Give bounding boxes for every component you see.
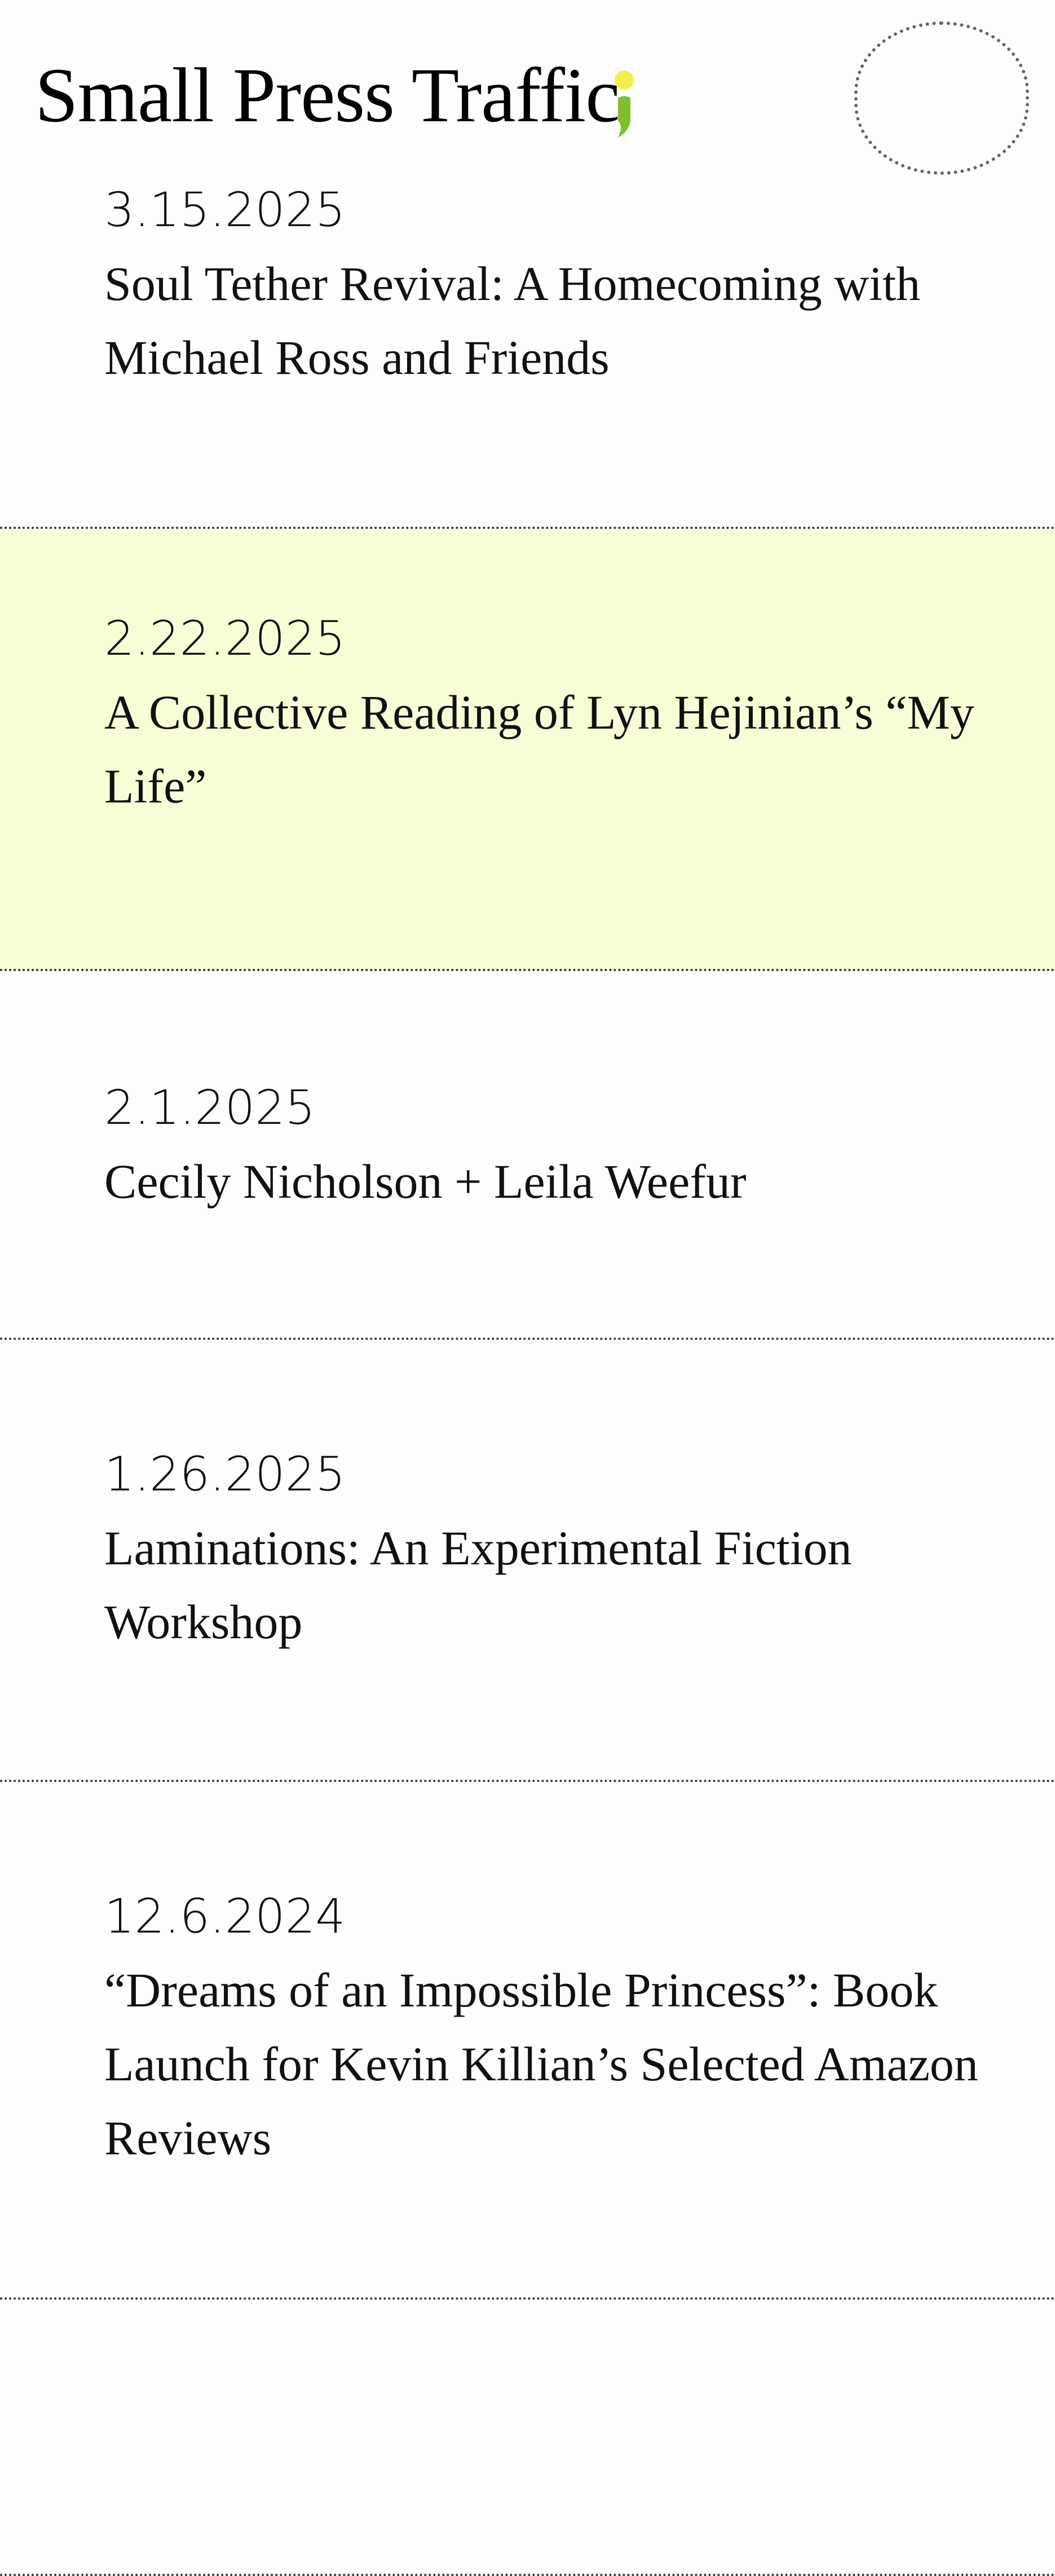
event-item-highlighted[interactable]: 2.22.2025 A Collective Reading of Lyn He…: [0, 529, 1055, 971]
event-item[interactable]: 3.15.2025 Soul Tether Revival: A Homecom…: [0, 186, 1055, 529]
event-date: 2.1.2025: [104, 1080, 316, 1135]
event-title[interactable]: Laminations: An Experimental Fiction Wor…: [104, 1511, 984, 1659]
event-item-cutoff: [0, 2300, 1055, 2576]
event-title[interactable]: A Collective Reading of Lyn Hejinian’s “…: [104, 676, 984, 823]
event-list: 3.15.2025 Soul Tether Revival: A Homecom…: [0, 186, 1055, 2576]
event-item[interactable]: 2.1.2025 Cecily Nicholson + Leila Weefur: [0, 971, 1055, 1340]
event-date: 12.6.2024: [104, 1889, 346, 1944]
site-title-link[interactable]: Small Press Traffic: [35, 56, 620, 134]
semicolon-logo-icon: [615, 70, 634, 138]
event-date: 3.15.2025: [104, 182, 346, 237]
menu-button[interactable]: [854, 21, 1029, 175]
event-date: 1.26.2025: [104, 1446, 346, 1502]
event-title[interactable]: Soul Tether Revival: A Homecoming with M…: [104, 247, 984, 395]
event-item[interactable]: 12.6.2024 “Dreams of an Impossible Princ…: [0, 1782, 1055, 2300]
event-title[interactable]: “Dreams of an Impossible Princess”: Book…: [104, 1953, 984, 2175]
event-item[interactable]: 1.26.2025 Laminations: An Experimental F…: [0, 1340, 1055, 1782]
event-date: 2.22.2025: [104, 611, 346, 666]
site-header: Small Press Traffic: [0, 0, 1055, 186]
event-title[interactable]: Cecily Nicholson + Leila Weefur: [104, 1145, 984, 1219]
